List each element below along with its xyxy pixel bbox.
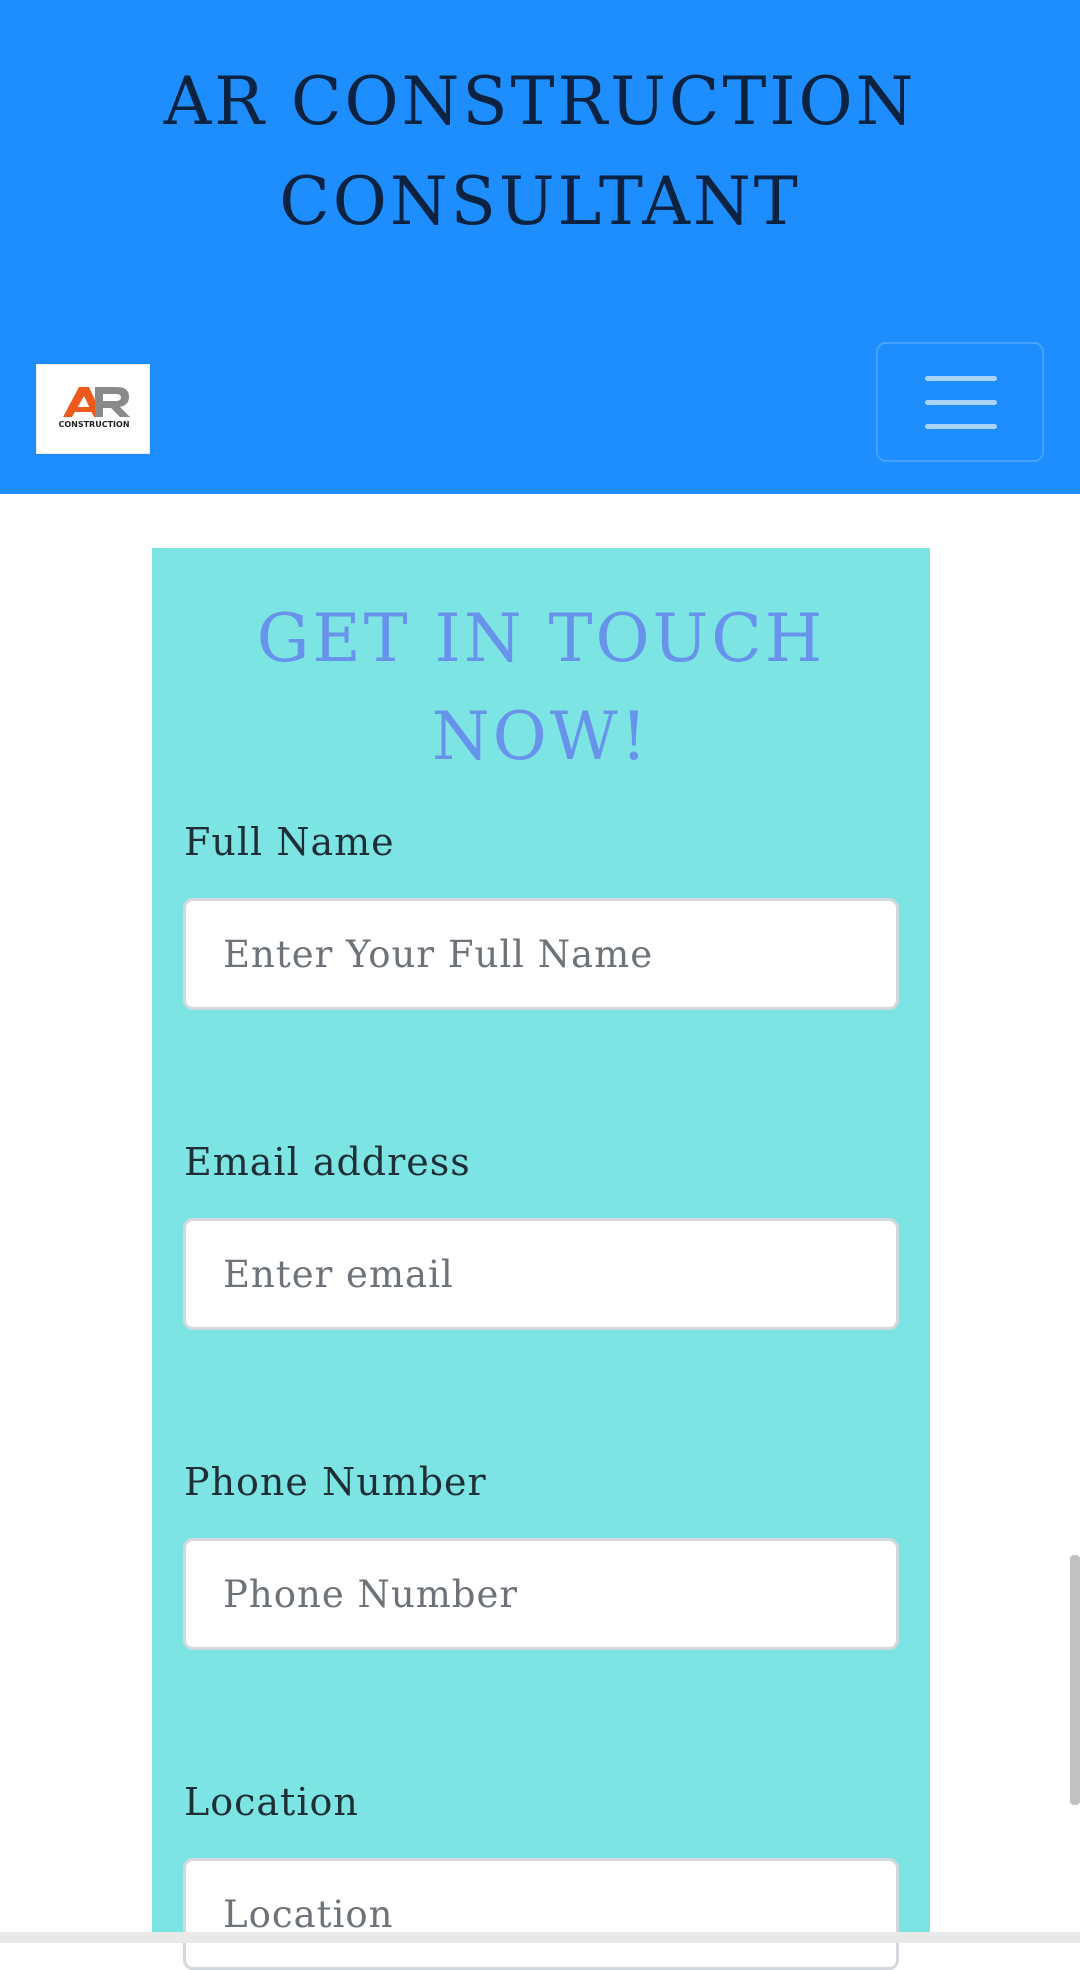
contact-form-title: GET IN TOUCH NOW! [152, 590, 930, 786]
contact-form-card: GET IN TOUCH NOW! Full Name Email addres… [152, 548, 930, 1970]
contact-form-title-line-2: NOW! [431, 698, 651, 775]
full-name-input[interactable] [183, 898, 899, 1010]
contact-form-title-line-1: GET IN TOUCH [256, 600, 826, 677]
ar-logo-mark [63, 387, 130, 417]
full-name-label: Full Name [184, 820, 395, 864]
navbar-toggler-button[interactable] [876, 342, 1044, 462]
site-header: AR CONSTRUCTION CONSULTANT CONSTRUCTION [0, 0, 1080, 494]
location-input[interactable] [183, 1858, 899, 1970]
hamburger-menu-icon-bar [925, 424, 997, 429]
hamburger-menu-icon [925, 376, 997, 381]
logo-subtitle: CONSTRUCTION [58, 420, 130, 429]
phone-number-label: Phone Number [184, 1460, 487, 1504]
hamburger-menu-icon-bar [925, 400, 997, 405]
phone-number-input[interactable] [183, 1538, 899, 1650]
site-title-line-1: AR CONSTRUCTION [163, 63, 917, 140]
email-input[interactable] [183, 1218, 899, 1330]
browser-bottom-edge [0, 1932, 1080, 1943]
email-label: Email address [184, 1140, 471, 1184]
page-scrollbar[interactable] [1070, 1555, 1080, 1805]
site-title: AR CONSTRUCTION CONSULTANT [0, 52, 1080, 252]
site-title-line-2: CONSULTANT [279, 163, 801, 240]
brand-logo[interactable]: CONSTRUCTION [36, 364, 150, 454]
location-label: Location [184, 1780, 359, 1824]
